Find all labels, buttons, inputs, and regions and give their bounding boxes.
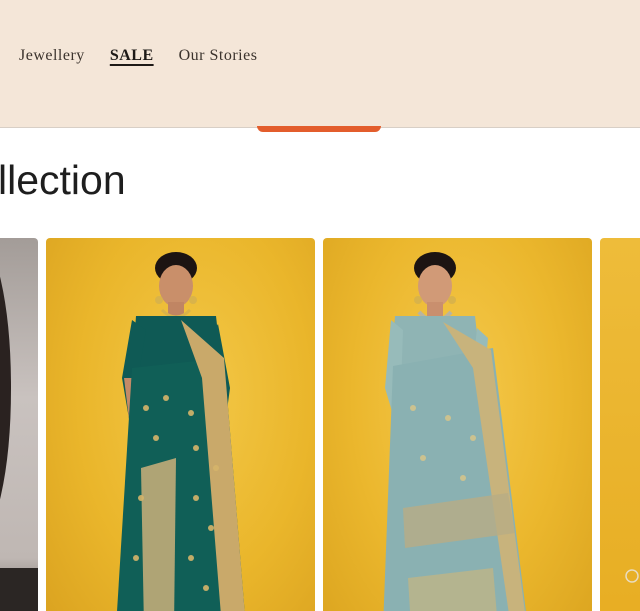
site-header: Jewellery SALE Our Stories <box>0 0 640 128</box>
product-card-4[interactable] <box>600 238 640 611</box>
header-accent-tab[interactable] <box>257 126 381 132</box>
product-carousel[interactable] <box>0 238 640 611</box>
product-card-3[interactable] <box>323 238 592 611</box>
product-card-2[interactable] <box>46 238 315 611</box>
product-image-3 <box>383 252 526 611</box>
product-image-4 <box>625 569 639 583</box>
nav-item-our-stories[interactable]: Our Stories <box>179 47 258 65</box>
product-image-2 <box>117 252 245 611</box>
product-image-1 <box>0 276 38 611</box>
nav-item-jewellery[interactable]: Jewellery <box>19 47 85 65</box>
collection-title: llection <box>0 157 126 203</box>
nav-item-sale[interactable]: SALE <box>110 47 154 65</box>
product-card-1[interactable] <box>0 238 38 611</box>
main-nav: Jewellery SALE Our Stories <box>19 47 257 65</box>
